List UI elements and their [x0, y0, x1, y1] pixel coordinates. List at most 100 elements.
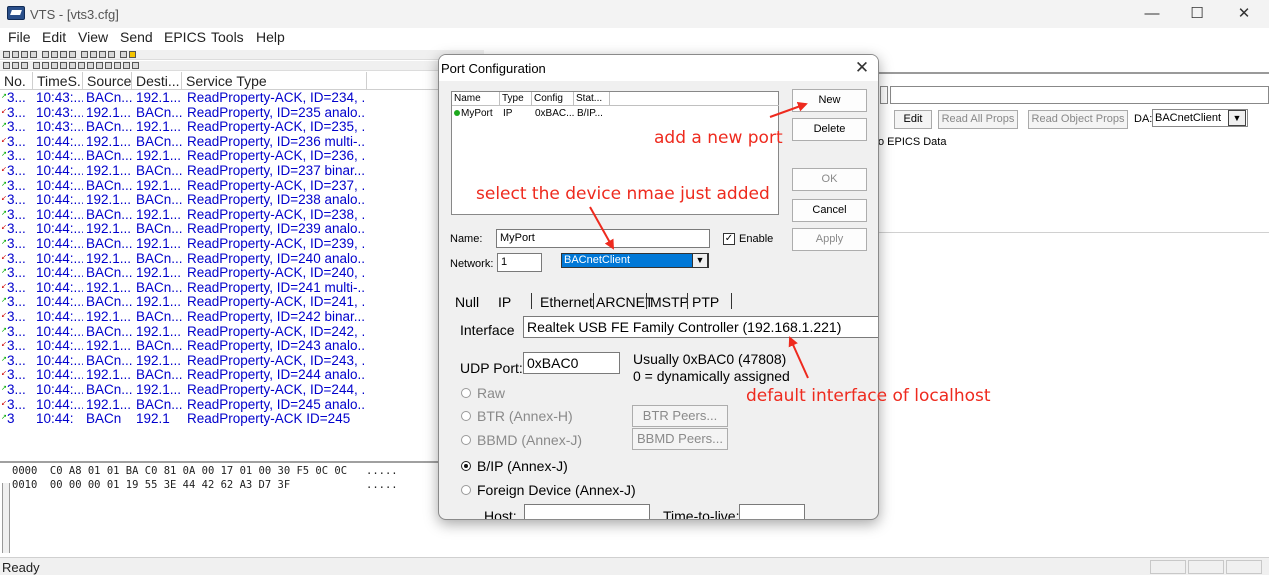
ok-button[interactable]: OK — [792, 168, 867, 191]
table-row[interactable]: ↗ 3... 10:44:... BACn... 192.1... ReadPropert… — [0, 354, 438, 369]
help-icon[interactable] — [120, 51, 127, 58]
table-row[interactable]: ↗ 3... 10:44:... BACn... 192.1... ReadPropert… — [0, 266, 438, 281]
table-row[interactable]: ↙ 3... 10:44:... 192.1... BACn... ReadPropert… — [0, 368, 438, 383]
port-name-field[interactable]: MyPort — [496, 229, 710, 248]
table-row[interactable]: ↙ 3... 10:44:... 192.1... BACn... ReadPropert… — [0, 164, 438, 179]
table-row[interactable]: ↙ 3... 10:44:... 192.1... BACn... ReadPropert… — [0, 252, 438, 267]
table-row[interactable]: ↗ 3... 10:43:... BACn... 192.1... ReadPropert… — [0, 120, 438, 135]
menu-help[interactable]: Help — [256, 29, 285, 45]
new-port-button[interactable]: New — [792, 89, 867, 112]
object-id-field[interactable] — [890, 86, 1269, 104]
port-col-type[interactable]: Type — [500, 92, 532, 106]
bbmd-radio[interactable] — [461, 435, 471, 445]
packet-list[interactable]: No. TimeS... Source Desti... Service Typ… — [0, 72, 438, 458]
view-list-icon[interactable] — [90, 51, 97, 58]
save-icon[interactable] — [21, 51, 28, 58]
col-source[interactable]: Source — [83, 72, 132, 90]
apply-button[interactable]: Apply — [792, 228, 867, 251]
menu-send[interactable]: Send — [120, 29, 153, 45]
ttl-field[interactable] — [739, 504, 805, 519]
tab-null[interactable]: Null — [455, 291, 479, 313]
port-col-name[interactable]: Name — [452, 92, 500, 106]
step-icon[interactable] — [60, 62, 67, 69]
hex-view[interactable]: 0000 C0 A8 01 01 BA C0 81 0A 00 17 01 00… — [0, 461, 438, 557]
read-object-props-button[interactable]: Read Object Props — [1028, 110, 1128, 129]
run-icon[interactable] — [51, 62, 58, 69]
menu-edit[interactable]: Edit — [42, 29, 66, 45]
col-service-type[interactable]: Service Type — [182, 72, 367, 90]
table-row[interactable]: ↙ 3... 10:44:... 192.1... BACn... ReadPropert… — [0, 339, 438, 354]
tab-ethernet[interactable]: Ethernet — [540, 291, 593, 313]
minimize-button[interactable]: — — [1137, 2, 1167, 26]
menu-epics[interactable]: EPICS — [164, 29, 206, 45]
table-row[interactable]: ↙ 3... 10:44:... 192.1... BACn... ReadPropert… — [0, 135, 438, 150]
menu-tools[interactable]: Tools — [211, 29, 244, 45]
delete-icon[interactable] — [42, 51, 49, 58]
btr-radio[interactable] — [461, 411, 471, 421]
about-icon[interactable] — [129, 51, 136, 58]
raw-radio[interactable] — [461, 388, 471, 398]
table-row[interactable]: ↗ 3... 10:43:... BACn... 192.1... ReadPropert… — [0, 91, 438, 106]
port-col-status[interactable]: Stat... — [574, 92, 610, 106]
port-col-config[interactable]: Config — [532, 92, 574, 106]
tab-ptp[interactable]: PTP — [692, 291, 719, 313]
bbmd-peers-button[interactable]: BBMD Peers... — [632, 428, 728, 450]
close-button[interactable]: ✕ — [1229, 2, 1259, 26]
network-number-field[interactable]: 1 — [497, 253, 542, 272]
table-row[interactable]: ↗ 3... 10:44:... BACn... 192.1... ReadPropert… — [0, 325, 438, 340]
table-row[interactable]: ↗ 3 10:44: BACn 192.1 ReadProperty-ACK ID=245 — [0, 412, 438, 427]
maximize-button[interactable]: ☐ — [1182, 2, 1212, 26]
check-icon[interactable] — [78, 62, 85, 69]
table-row[interactable]: ↗ 3... 10:44:... BACn... 192.1... ReadPropert… — [0, 383, 438, 398]
view-detail-icon[interactable] — [99, 51, 106, 58]
forward-icon[interactable] — [69, 51, 76, 58]
log-icon[interactable] — [114, 62, 121, 69]
dialog-close-icon[interactable]: ✕ — [851, 57, 873, 79]
object-field[interactable] — [880, 86, 888, 104]
new-file-icon[interactable] — [3, 51, 10, 58]
btr-peers-button[interactable]: BTR Peers... — [632, 405, 728, 427]
interface-field[interactable]: Realtek USB FE Family Controller (192.16… — [523, 316, 878, 338]
table-row[interactable]: ↙ 3... 10:43:... 192.1... BACn... ReadPropert… — [0, 106, 438, 121]
tab-arcnet[interactable]: ARCNET — [596, 291, 654, 313]
tab-ip[interactable]: IP — [498, 291, 511, 313]
table-row[interactable]: ↗ 3... 10:44:... BACn... 192.1... ReadPropert… — [0, 179, 438, 194]
table-row[interactable]: ↙ 3... 10:44:... 192.1... BACn... ReadPropert… — [0, 310, 438, 325]
refresh-icon[interactable] — [51, 51, 58, 58]
window-icon[interactable] — [108, 51, 115, 58]
print-icon[interactable] — [30, 51, 37, 58]
col-time[interactable]: TimeS... — [33, 72, 83, 90]
col-no[interactable]: No. — [0, 72, 33, 90]
port-row-name[interactable]: MyPort — [461, 107, 493, 120]
table-row[interactable]: ↙ 3... 10:44:... 192.1... BACn... ReadPropert… — [0, 193, 438, 208]
enable-checkbox[interactable]: ✓ — [723, 233, 735, 245]
udp-port-field[interactable]: 0xBAC0 — [523, 352, 620, 374]
kill-icon[interactable] — [96, 62, 103, 69]
col-destination[interactable]: Desti... — [132, 72, 182, 90]
epics-icon[interactable] — [123, 62, 130, 69]
stop-icon[interactable] — [69, 62, 76, 69]
read-all-props-button[interactable]: Read All Props — [938, 110, 1018, 129]
table-row[interactable]: ↙ 3... 10:44:... 192.1... BACn... ReadPropert… — [0, 281, 438, 296]
names-icon[interactable] — [21, 62, 28, 69]
host-field[interactable] — [524, 504, 650, 519]
chevron-down-icon[interactable]: ▼ — [692, 253, 708, 268]
table-row[interactable]: ↙ 3... 10:44:... 192.1... BACn... ReadPropert… — [0, 222, 438, 237]
da-dropdown-icon[interactable]: ▼ — [1228, 110, 1246, 126]
port-icon[interactable] — [3, 62, 10, 69]
network-select[interactable]: BACnetClient ▼ — [561, 253, 709, 268]
device-icon[interactable] — [12, 62, 19, 69]
bip-radio[interactable] — [461, 461, 471, 471]
send-icon[interactable] — [33, 62, 40, 69]
table-row[interactable]: ↗ 3... 10:44:... BACn... 192.1... ReadPropert… — [0, 208, 438, 223]
back-icon[interactable] — [60, 51, 67, 58]
table-row[interactable]: ↗ 3... 10:44:... BACn... 192.1... ReadPropert… — [0, 149, 438, 164]
menu-view[interactable]: View — [78, 29, 108, 45]
menu-file[interactable]: File — [8, 29, 31, 45]
open-file-icon[interactable] — [12, 51, 19, 58]
edit-button[interactable]: Edit — [894, 110, 932, 129]
table-row[interactable]: ↙ 3... 10:44:... 192.1... BACn... ReadPropert… — [0, 398, 438, 413]
script-icon[interactable] — [42, 62, 49, 69]
filter-icon[interactable] — [81, 51, 88, 58]
table-row[interactable]: ↗ 3... 10:44:... BACn... 192.1... ReadPropert… — [0, 237, 438, 252]
